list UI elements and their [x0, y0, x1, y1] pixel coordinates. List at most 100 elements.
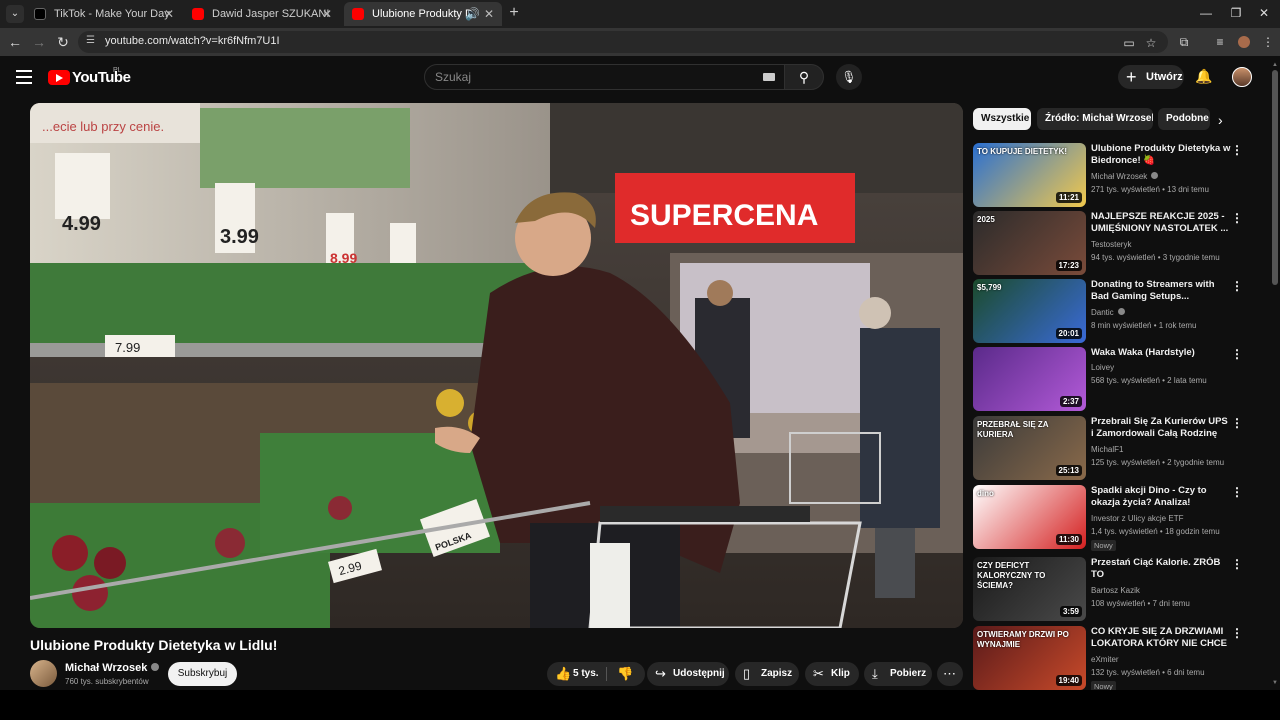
channel-text[interactable]: Testosteryk	[1091, 240, 1131, 249]
more-actions-button[interactable]: ⋯	[937, 662, 963, 686]
channel-name-text[interactable]: Michał Wrzosek	[65, 662, 147, 674]
channel-text[interactable]: Bartosz Kazik	[1091, 586, 1140, 595]
share-button[interactable]: ↪ Udostępnij	[647, 662, 729, 686]
recommendation-channel[interactable]: Dantic	[1091, 308, 1125, 317]
search-input[interactable]	[435, 69, 755, 85]
url-text[interactable]: youtube.com/watch?v=kr6fNfm7U1I	[105, 35, 280, 47]
channel-name[interactable]: Michał Wrzosek	[65, 662, 160, 674]
save-button[interactable]: ▯ Zapisz	[735, 662, 799, 686]
recommendation-title[interactable]: Przestań Ciąć Kalorie. ZRÓB TO	[1091, 557, 1231, 581]
minimize-icon[interactable]: —	[1198, 6, 1214, 20]
tab-search-button[interactable]: ⌄	[6, 5, 24, 23]
channel-text[interactable]: Michał Wrzosek	[1091, 172, 1147, 181]
video-thumbnail[interactable]: PRZEBRAŁ SIĘ ZA KURIERA 25:13	[973, 416, 1086, 480]
recommendation-title[interactable]: Spadki akcji Dino - Czy to okazja życia?…	[1091, 485, 1231, 509]
channel-text[interactable]: MichalF1	[1091, 445, 1123, 454]
more-vertical-icon[interactable]: ⋮	[1231, 348, 1243, 360]
cast-icon[interactable]: ▭	[1122, 36, 1136, 50]
tab-close-icon[interactable]: ✕	[322, 2, 332, 26]
tab-close-icon[interactable]: ✕	[484, 2, 494, 26]
recommendation-channel[interactable]: Investor z Ulicy akcje ETF	[1091, 514, 1183, 523]
browser-tab-dawid-jasper[interactable]: Dawid Jasper SZUKANIE MIŁOŚ ✕	[184, 2, 340, 26]
video-thumbnail[interactable]: OTWIERAMY DRZWI PO WYNAJMIE 19:40	[973, 626, 1086, 690]
more-vertical-icon[interactable]: ⋮	[1231, 144, 1243, 156]
recommendation-channel[interactable]: Bartosz Kazik	[1091, 586, 1140, 595]
bookmark-star-icon[interactable]: ☆	[1144, 36, 1158, 50]
back-arrow-icon[interactable]: ←	[7, 34, 23, 50]
recommendation-channel[interactable]: MichalF1	[1091, 445, 1123, 454]
recommendation-item[interactable]: CZY DEFICYT KALORYCZNY TO ŚCIEMA? 3:59 Prz…	[973, 557, 1263, 621]
more-vertical-icon[interactable]: ⋮	[1231, 280, 1243, 292]
like-count[interactable]: 5 tys.	[573, 662, 599, 686]
recommendation-title[interactable]: NAJLEPSZE REAKCJE 2025 - UMIĘŚNIONY NAST…	[1091, 211, 1231, 235]
profile-avatar-icon[interactable]	[1238, 36, 1250, 48]
channel-avatar[interactable]	[30, 660, 57, 687]
channel-text[interactable]: Dantic	[1091, 308, 1114, 317]
thumbs-up-icon[interactable]: 👍	[555, 662, 571, 686]
browser-tab-tiktok[interactable]: TikTok - Make Your Day ✕	[26, 2, 182, 26]
scroll-up-arrow-icon[interactable]: ▲	[1272, 62, 1278, 68]
more-vertical-icon[interactable]: ⋮	[1231, 486, 1243, 498]
keyboard-icon[interactable]	[763, 73, 775, 81]
extensions-icon[interactable]: ⧉	[1176, 34, 1192, 50]
video-player[interactable]: ...ecie lub przy cenie. SUPERCENA 4.99 3…	[30, 103, 963, 628]
address-bar[interactable]: ☰ youtube.com/watch?v=kr6fNfm7U1I ▭ ☆	[78, 31, 1168, 53]
recommendation-title[interactable]: Waka Waka (Hardstyle)	[1091, 347, 1231, 359]
recommendation-channel[interactable]: Loivey	[1091, 363, 1114, 372]
hamburger-menu-icon[interactable]	[16, 70, 32, 84]
chip-all[interactable]: Wszystkie	[973, 108, 1031, 130]
recommendation-title[interactable]: Przebrali Się Za Kurierów UPS i Zamordow…	[1091, 416, 1231, 440]
tab-audio-icon[interactable]: 🔊	[465, 2, 480, 26]
recommendation-title[interactable]: Ulubione Produkty Dietetyka w Biedronce!…	[1091, 143, 1231, 167]
chevron-right-icon[interactable]: ›	[1218, 112, 1223, 128]
more-vertical-icon[interactable]: ⋮	[1231, 212, 1243, 224]
recommendation-title[interactable]: Donating to Streamers with Bad Gaming Se…	[1091, 279, 1231, 303]
new-tab-button[interactable]: +	[506, 4, 522, 22]
browser-tab-ulubione[interactable]: Ulubione Produkty Dietetyk 🔊 ✕	[344, 2, 502, 26]
video-thumbnail[interactable]: 2:37	[973, 347, 1086, 411]
close-window-icon[interactable]: ✕	[1256, 6, 1272, 20]
search-button[interactable]: ⚲	[784, 64, 824, 90]
recommendation-item[interactable]: dino 11:30 Spadki akcji Dino - Czy to okaz…	[973, 485, 1263, 551]
channel-text[interactable]: Investor z Ulicy akcje ETF	[1091, 514, 1183, 523]
recommendation-item[interactable]: PRZEBRAŁ SIĘ ZA KURIERA 25:13 Przebrali Si…	[973, 416, 1263, 480]
recommendation-title[interactable]: CO KRYJE SIĘ ZA DRZWIAMI LOKATORA KTÓRY …	[1091, 626, 1231, 651]
recommendation-item[interactable]: 2025 17:23 NAJLEPSZE REAKCJE 2025 - UMIĘŚN…	[973, 211, 1263, 275]
channel-text[interactable]: Loivey	[1091, 363, 1114, 372]
recommendation-item[interactable]: 2:37 Waka Waka (Hardstyle) Loivey 568 tys. …	[973, 347, 1263, 411]
recommendation-item[interactable]: TO KUPUJE DIETETYK! 11:21 Ulubione Produkt…	[973, 143, 1263, 207]
create-button[interactable]: + Utwórz	[1118, 65, 1184, 89]
scroll-down-arrow-icon[interactable]: ▼	[1272, 680, 1278, 686]
forward-arrow-icon[interactable]: →	[31, 34, 47, 50]
recommendation-item[interactable]: $5,799 20:01 Donating to Streamers with Ba…	[973, 279, 1263, 343]
site-info-icon[interactable]: ☰	[86, 35, 98, 49]
subscribe-button[interactable]: Subskrybuj	[168, 662, 237, 686]
download-button[interactable]: ⤓ Pobierz	[864, 662, 932, 686]
tab-close-icon[interactable]: ✕	[164, 2, 174, 26]
video-thumbnail[interactable]: $5,799 20:01	[973, 279, 1086, 343]
video-thumbnail[interactable]: TO KUPUJE DIETETYK! 11:21	[973, 143, 1086, 207]
clip-button[interactable]: ✂ Klip	[805, 662, 859, 686]
voice-search-button[interactable]: 🎙	[836, 64, 862, 90]
more-vertical-icon[interactable]: ⋮	[1231, 558, 1243, 570]
more-vertical-icon[interactable]: ⋮	[1231, 417, 1243, 429]
channel-text[interactable]: eXmiter	[1091, 655, 1119, 664]
browser-menu-icon[interactable]: ⋮	[1260, 34, 1276, 50]
page-scrollbar[interactable]	[1272, 70, 1278, 285]
account-avatar[interactable]	[1232, 67, 1252, 87]
video-thumbnail[interactable]: 2025 17:23	[973, 211, 1086, 275]
recommendation-item[interactable]: OTWIERAMY DRZWI PO WYNAJMIE 19:40 CO KRYJE…	[973, 626, 1263, 692]
recommendation-channel[interactable]: Michał Wrzosek	[1091, 172, 1159, 181]
video-thumbnail[interactable]: dino 11:30	[973, 485, 1086, 549]
thumbs-down-icon[interactable]: 👎	[617, 662, 633, 686]
reload-icon[interactable]: ↻	[55, 34, 71, 50]
restore-icon[interactable]: ❐	[1228, 6, 1244, 20]
chip-from-channel[interactable]: Źródło: Michał Wrzosek	[1037, 108, 1153, 130]
chip-related[interactable]: Podobne	[1158, 108, 1210, 130]
more-vertical-icon[interactable]: ⋮	[1231, 627, 1243, 639]
video-thumbnail[interactable]: CZY DEFICYT KALORYCZNY TO ŚCIEMA? 3:59	[973, 557, 1086, 621]
recommendation-channel[interactable]: eXmiter	[1091, 655, 1119, 664]
reading-list-icon[interactable]: ≡	[1212, 34, 1228, 50]
notifications-bell-icon[interactable]: 🔔	[1195, 68, 1213, 86]
recommendation-channel[interactable]: Testosteryk	[1091, 240, 1131, 249]
